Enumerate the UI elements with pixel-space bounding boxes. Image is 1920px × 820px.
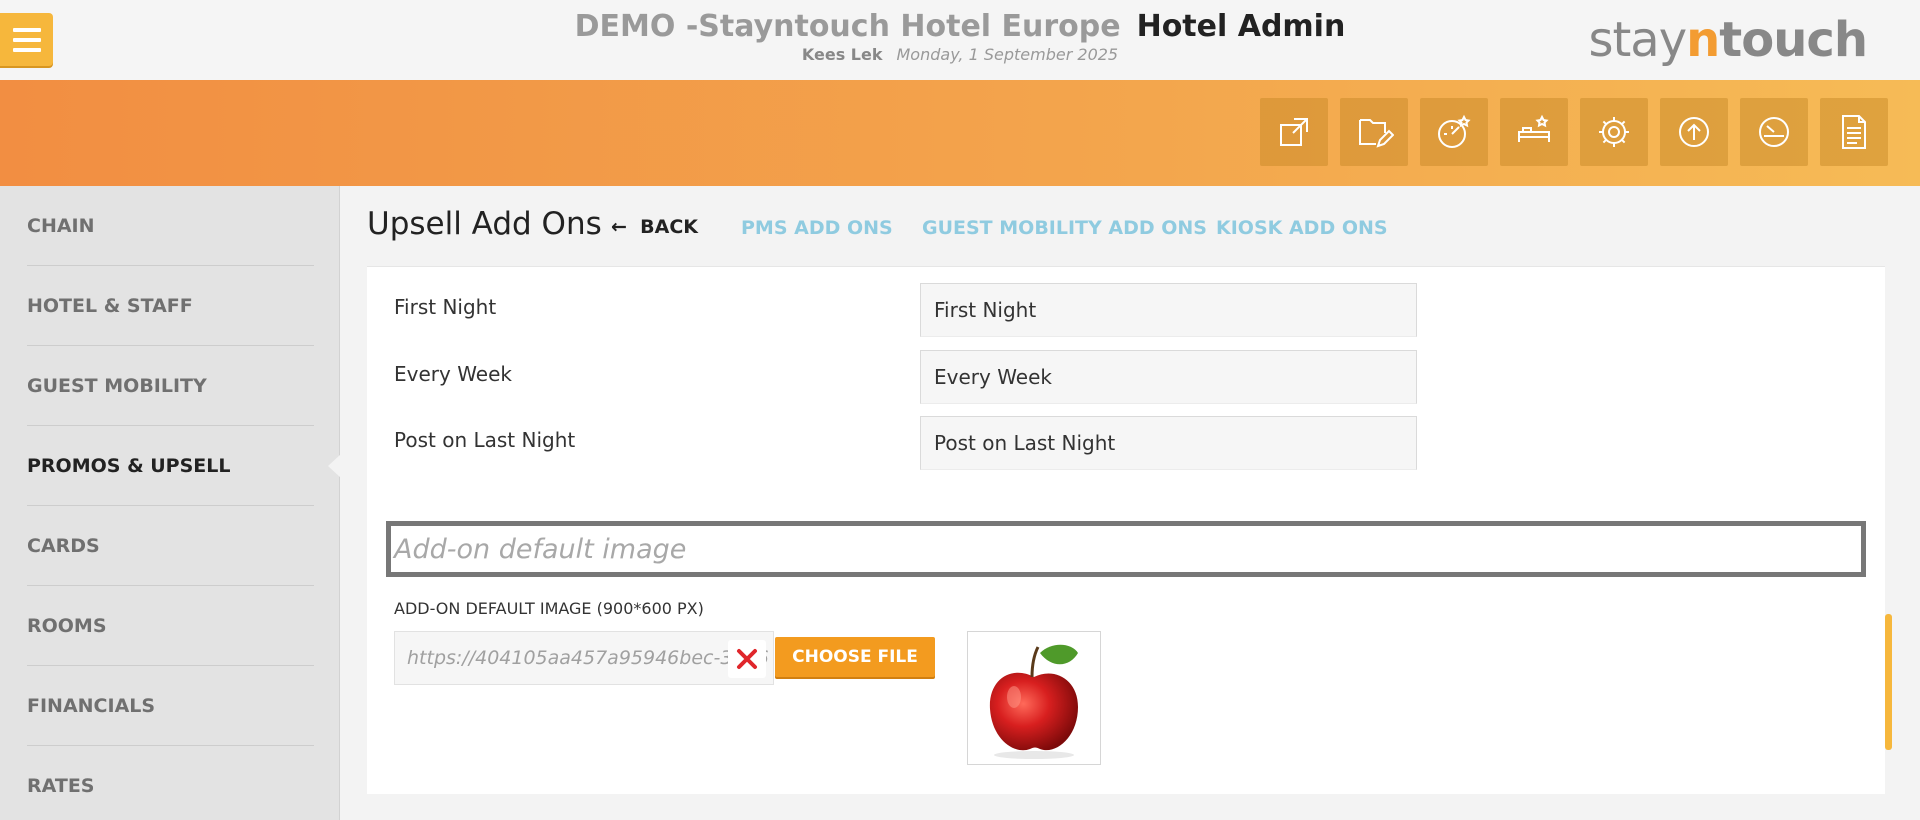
dashboard-star-button[interactable]	[1420, 98, 1488, 166]
bed-star-icon	[1518, 114, 1550, 142]
sidebar-item-cards[interactable]: CARDS	[0, 506, 340, 586]
choose-file-button[interactable]: CHOOSE FILE	[775, 637, 935, 677]
image-thumbnail	[967, 631, 1101, 765]
gear-icon	[1599, 117, 1629, 147]
post-on-last-night-label: Post on Last Night	[394, 428, 576, 452]
clear-image-button[interactable]	[728, 640, 766, 678]
top-header: DEMO -Stayntouch Hotel Europe Hotel Admin…	[0, 0, 1920, 80]
sidebar: CHAIN HOTEL & STAFF GUEST MOBILITY PROMO…	[0, 186, 341, 820]
back-arrow-icon: ←	[611, 216, 641, 238]
header-band	[0, 80, 1920, 186]
tab-pms-add-ons[interactable]: PMS ADD ONS	[741, 217, 893, 239]
stayntouch-logo[interactable]: stayntouch	[1588, 12, 1868, 68]
every-week-label: Every Week	[394, 362, 512, 386]
vertical-scrollbar[interactable]	[1885, 614, 1892, 750]
section-heading-default-image: Add-on default image	[386, 521, 1866, 577]
dashboard-star-icon	[1438, 114, 1471, 148]
active-indicator-arrow	[328, 454, 341, 478]
sidebar-item-hotel-staff[interactable]: HOTEL & STAFF	[0, 266, 340, 346]
image-url-field[interactable]: https://404105aa457a95946bec-3896	[394, 631, 774, 685]
current-date: Monday, 1 September 2025	[896, 45, 1119, 64]
upload-icon	[1679, 117, 1709, 147]
sidebar-item-rooms[interactable]: ROOMS	[0, 586, 340, 666]
post-on-last-night-field[interactable]: Post on Last Night	[920, 416, 1417, 470]
first-night-label: First Night	[394, 295, 497, 319]
settings-button[interactable]	[1580, 98, 1648, 166]
sidebar-item-chain[interactable]: CHAIN	[0, 186, 340, 266]
content-header: Upsell Add Ons ← BACK PMS ADD ONS GUEST …	[341, 186, 1920, 266]
page-title: Upsell Add Ons	[367, 206, 602, 242]
tab-kiosk-add-ons[interactable]: KIOSK ADD ONS	[1216, 217, 1388, 239]
hotel-name: DEMO -Stayntouch Hotel Europe	[574, 9, 1121, 44]
edit-document-button[interactable]	[1340, 98, 1408, 166]
speed-gauge-button[interactable]	[1740, 98, 1808, 166]
upload-button[interactable]	[1660, 98, 1728, 166]
bed-star-button[interactable]	[1500, 98, 1568, 166]
sidebar-item-financials[interactable]: FINANCIALS	[0, 666, 340, 746]
external-link-button[interactable]	[1260, 98, 1328, 166]
content-panel: First Night First Night Every Week Every…	[367, 266, 1885, 794]
sidebar-item-guest-mobility[interactable]: GUEST MOBILITY	[0, 346, 340, 426]
apple-image	[989, 644, 1078, 759]
sidebar-item-promos-upsell[interactable]: PROMOS & UPSELL	[0, 426, 340, 506]
sidebar-item-rates[interactable]: RATES	[0, 746, 340, 820]
tab-guest-mobility-add-ons[interactable]: GUEST MOBILITY ADD ONS	[922, 217, 1207, 239]
close-icon	[737, 649, 757, 669]
first-night-field[interactable]: First Night	[920, 283, 1417, 337]
user-name: Kees Lek	[801, 45, 883, 64]
image-field-label: ADD-ON DEFAULT IMAGE (900*600 PX)	[394, 599, 704, 618]
toolbar	[1260, 98, 1888, 166]
external-link-icon	[1280, 118, 1308, 146]
back-button[interactable]: ← BACK	[611, 216, 698, 238]
report-document-icon	[1842, 115, 1866, 149]
speed-gauge-icon	[1759, 117, 1789, 147]
section-name: Hotel Admin	[1136, 9, 1346, 44]
every-week-field[interactable]: Every Week	[920, 350, 1417, 404]
edit-document-icon	[1359, 119, 1394, 148]
report-document-button[interactable]	[1820, 98, 1888, 166]
